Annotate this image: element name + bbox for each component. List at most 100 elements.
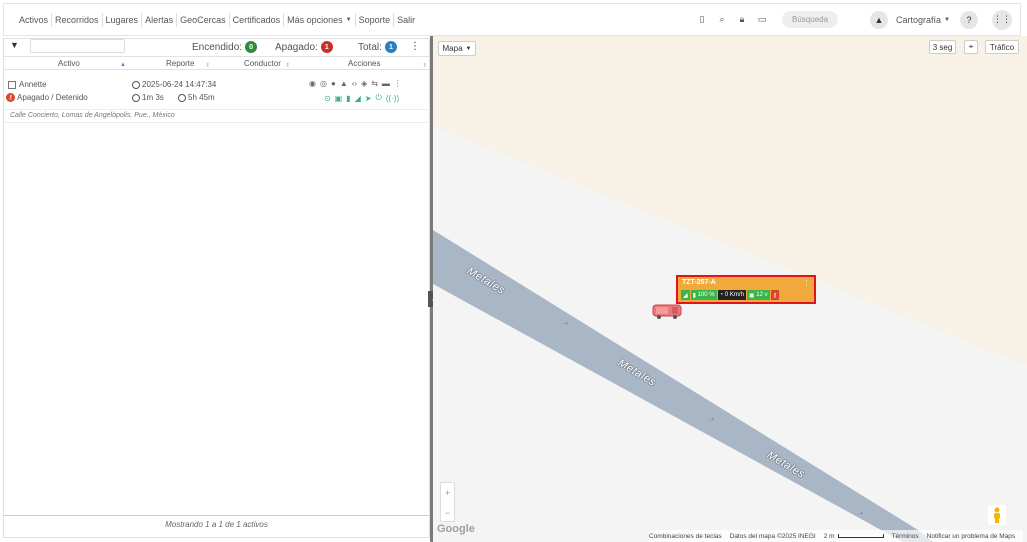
vehicle-chips: ◢ ▮ 100 % ◔ 0 Km/h ▣ 12 v ⚷: [681, 290, 780, 300]
car-battery-icon: ▣: [334, 93, 343, 103]
nav-soporte[interactable]: Soporte: [356, 13, 394, 27]
top-navbar: Activos Recorridos Lugares Alertas GeoCe…: [3, 3, 1021, 36]
nav-mas-opciones[interactable]: Más opciones ▼: [284, 13, 354, 27]
traffic-button[interactable]: Tráfico: [985, 40, 1019, 54]
nav-menu: Activos Recorridos Lugares Alertas GeoCe…: [4, 4, 418, 35]
map-pin-icon[interactable]: ⌖: [964, 40, 978, 54]
nav-alertas[interactable]: Alertas: [142, 13, 176, 27]
filter-row: ▼ Encendido: 0 Apagado: 1 Total: 1 ⋮: [4, 39, 429, 55]
help-icon[interactable]: ?: [960, 10, 978, 29]
comment-icon[interactable]: ▬: [382, 79, 390, 88]
sort-icon[interactable]: ⬍: [205, 62, 210, 69]
table-row[interactable]: Annette ⚷ Apagado / Detenido 2025-06-24 …: [4, 75, 429, 109]
sort-icon[interactable]: ⬍: [285, 62, 290, 69]
sort-icon[interactable]: ⬍: [422, 62, 427, 69]
nav-geocercas[interactable]: GeoCercas: [177, 13, 229, 27]
asset-name[interactable]: Annette: [8, 80, 47, 89]
zoom-out-button[interactable]: −: [441, 503, 454, 523]
map-attribution: Combinaciones de teclas Datos del mapa ©…: [649, 530, 1024, 542]
lock-icon[interactable]: 🔒︎: [737, 14, 747, 25]
stat-total: Total: 1: [358, 41, 397, 53]
report-time: 2025-06-24 14:47:34: [132, 80, 216, 89]
zoom-in-button[interactable]: +: [441, 483, 454, 503]
col-activo[interactable]: Activo: [58, 59, 80, 68]
google-logo: Google: [437, 523, 475, 535]
document-icon[interactable]: ▯: [697, 14, 707, 25]
speed-chip: ◔ 0 Km/h: [717, 290, 746, 300]
asset-status: ⚷ Apagado / Detenido: [6, 93, 88, 102]
map-data-text: Datos del mapa ©2025 INEGI: [729, 532, 816, 540]
gps-signal-icon: ⊙: [324, 93, 331, 103]
key-status-icon: ⚷: [6, 93, 15, 102]
keyboard-shortcuts-link[interactable]: Combinaciones de teclas: [649, 533, 722, 540]
total-label: Total:: [358, 41, 382, 53]
caret-down-icon: ▼: [465, 45, 472, 52]
encendido-label: Encendido:: [192, 41, 243, 53]
apps-grid-icon[interactable]: ⋮⋮: [992, 9, 1012, 30]
eye-icon[interactable]: ◈: [361, 79, 367, 88]
col-conductor[interactable]: Conductor: [244, 59, 281, 68]
voltage-chip: ▣ 12 v: [746, 290, 770, 300]
nav-mas-opciones-label: Más opciones: [287, 14, 343, 25]
send-icon: ➤: [364, 93, 372, 103]
keyboard-icon[interactable]: ▭: [757, 14, 767, 25]
col-reporte[interactable]: Reporte: [166, 59, 194, 68]
nav-lugares[interactable]: Lugares: [103, 13, 142, 27]
cartografia-dropdown[interactable]: Cartografía ▼: [896, 15, 950, 25]
bell-icon[interactable]: ▲: [870, 10, 889, 29]
caret-down-icon: ▼: [944, 16, 950, 23]
scale-bar: [837, 534, 884, 538]
caret-down-icon: ▼: [345, 16, 352, 23]
filter-icon[interactable]: ▼: [10, 40, 19, 50]
sort-asc-icon[interactable]: ▲: [120, 62, 126, 68]
key-icon: ⚷: [770, 290, 780, 300]
duration-2: 5h 45m: [178, 93, 215, 102]
row-checkbox[interactable]: [8, 80, 16, 89]
target-icon[interactable]: ◎: [320, 79, 327, 88]
filter-input[interactable]: [30, 39, 125, 53]
clock-icon: [132, 93, 140, 102]
asset-address: Calle Concierto, Lomas de Angelópolis, P…: [4, 109, 429, 123]
nav-certificados[interactable]: Certificados: [230, 13, 284, 27]
col-acciones: Acciones: [348, 59, 381, 68]
terms-link[interactable]: Términos: [892, 533, 919, 540]
report-time-label: 2025-06-24 14:47:34: [142, 80, 217, 89]
more-vert-icon[interactable]: ⋮: [803, 279, 810, 287]
table-footer: Mostrando 1 a 1 de 1 activos: [4, 515, 429, 533]
cell-signal-icon: ◢: [354, 93, 361, 103]
car-battery-icon: ▣: [748, 292, 757, 299]
map-view[interactable]: ➝ ➝ ➝ Metales Metales Metales Mapa ▼ 3 se…: [433, 36, 1027, 542]
map-type-label: Mapa: [442, 44, 463, 53]
speed-value: 0 Km/h: [724, 292, 744, 298]
battery-chip: ▮ 100 %: [690, 290, 717, 300]
nav-recorridos[interactable]: Recorridos: [52, 13, 102, 27]
power-icon: ⏻: [375, 93, 382, 102]
report-problem-link[interactable]: Notificar un problema de Maps: [927, 533, 1016, 540]
vehicle-marker-icon[interactable]: [652, 302, 683, 319]
route-icon[interactable]: ⇆: [371, 79, 378, 88]
pegman-figure: [994, 507, 1000, 523]
road-arrow-icon: ➝: [563, 321, 568, 327]
more-vert-icon[interactable]: ⋮: [394, 79, 402, 88]
info-icon[interactable]: ●: [331, 79, 336, 88]
warning-icon[interactable]: ▲: [340, 79, 348, 88]
code-icon[interactable]: ‹›: [352, 79, 357, 88]
refresh-interval-button[interactable]: 3 seg: [929, 40, 956, 54]
zoom-control: + −: [440, 482, 455, 522]
nav-activos[interactable]: Activos: [16, 13, 51, 27]
nav-tools: ▯ ⌕ 🔒︎ ▭ Búsqueda ▲ Cartografía ▼ ? ⋮⋮: [692, 4, 1012, 35]
more-vert-icon[interactable]: ⋮: [410, 41, 420, 52]
duration-1-label: 1m 3s: [142, 93, 164, 102]
stop-icon[interactable]: ◉: [309, 79, 316, 88]
street-view-pegman-icon[interactable]: [988, 505, 1006, 525]
road-arrow-icon: ➝: [858, 511, 863, 517]
vehicle-info-card[interactable]: TZT-257-A ⋮ ◢ ▮ 100 % ◔ 0 Km/h ▣ 12 v ⚷: [676, 275, 816, 304]
search-icon[interactable]: ⌕: [717, 14, 727, 25]
stat-apagado: Apagado: 1: [275, 41, 333, 53]
stat-encendido: Encendido: 0: [192, 41, 258, 53]
asset-name-label: Annette: [19, 80, 47, 89]
nav-salir[interactable]: Salir: [394, 13, 418, 27]
map-type-dropdown[interactable]: Mapa ▼: [438, 41, 476, 56]
search-input[interactable]: Búsqueda: [782, 11, 839, 28]
duration-2-label: 5h 45m: [188, 93, 215, 102]
